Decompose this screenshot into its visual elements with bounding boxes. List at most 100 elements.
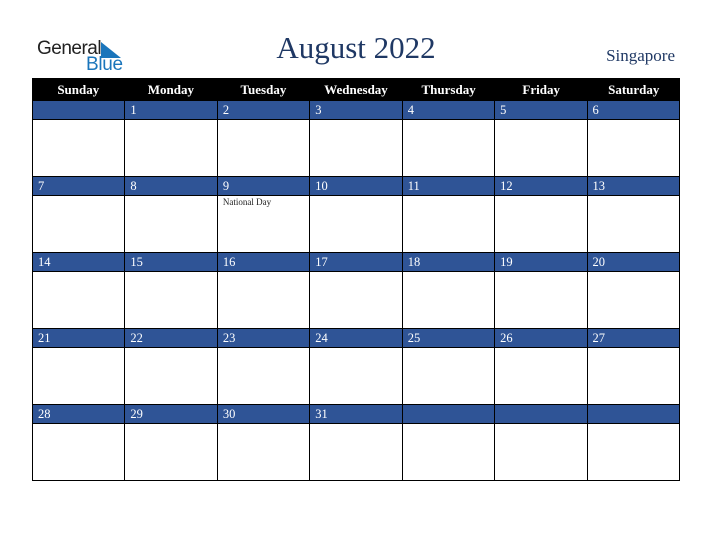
- day-cell[interactable]: 23: [217, 329, 311, 405]
- day-cell[interactable]: 8: [125, 177, 218, 253]
- day-number: 8: [125, 177, 217, 196]
- holiday-event: [403, 348, 494, 349]
- day-cell[interactable]: 10: [310, 177, 403, 253]
- week-row: 123456: [32, 101, 680, 177]
- holiday-event: [310, 272, 401, 273]
- holiday-event: [33, 120, 124, 121]
- day-cell[interactable]: 5: [495, 101, 588, 177]
- day-cell[interactable]: 28: [33, 405, 126, 481]
- weekday-header: Saturday: [608, 82, 660, 97]
- week-row: 14 15 16 17 18 19 20: [32, 253, 680, 329]
- holiday-event: [218, 348, 309, 349]
- day-number: 17: [310, 253, 402, 272]
- day-number: 5: [495, 101, 587, 120]
- day-cell[interactable]: 31: [310, 405, 403, 481]
- day-cell[interactable]: 22: [125, 329, 218, 405]
- day-cell[interactable]: 25: [402, 329, 496, 405]
- day-cell[interactable]: 16: [217, 253, 311, 329]
- week-row: 28 29 30 31: [32, 405, 680, 481]
- country-label: Singapore: [606, 46, 675, 65]
- day-number: 20: [587, 253, 679, 272]
- day-cell[interactable]: 24: [310, 329, 403, 405]
- holiday-event: [495, 272, 586, 273]
- day-cell[interactable]: 15: [125, 253, 218, 329]
- calendar-grid: Sunday Monday Tuesday Wednesday Thursday…: [32, 78, 680, 481]
- day-cell[interactable]: 17: [310, 253, 403, 329]
- day-number: 9: [217, 177, 310, 196]
- holiday-event: [588, 272, 679, 273]
- day-cell[interactable]: 2: [217, 101, 311, 177]
- holiday-event: [125, 272, 216, 273]
- day-cell[interactable]: [33, 101, 126, 177]
- holiday-event: [218, 272, 309, 273]
- day-number: 19: [495, 253, 587, 272]
- weekday-header: Sunday: [57, 82, 100, 97]
- day-cell[interactable]: 6: [587, 101, 680, 177]
- day-cell[interactable]: 21: [33, 329, 126, 405]
- holiday-event: [125, 348, 216, 349]
- day-number: 13: [587, 177, 679, 196]
- weekday-header: Tuesday: [240, 82, 287, 97]
- holiday-event: [495, 348, 586, 349]
- day-number: 25: [402, 329, 495, 348]
- holiday-event: [125, 424, 216, 425]
- day-number: [587, 405, 679, 424]
- holiday-event: [310, 120, 401, 121]
- holiday-event: [33, 424, 124, 425]
- day-number: 21: [33, 329, 125, 348]
- day-cell[interactable]: 26: [495, 329, 588, 405]
- day-number: [33, 101, 125, 120]
- day-number: [495, 405, 587, 424]
- day-cell[interactable]: 14: [33, 253, 126, 329]
- day-number: 23: [217, 329, 310, 348]
- day-number: 7: [33, 177, 125, 196]
- day-cell[interactable]: 11: [402, 177, 496, 253]
- day-number: 27: [587, 329, 679, 348]
- day-number: 15: [125, 253, 217, 272]
- holiday-event: [125, 120, 216, 121]
- day-cell[interactable]: 1: [125, 101, 218, 177]
- holiday-event: [403, 196, 494, 197]
- day-number: 18: [402, 253, 495, 272]
- day-cell[interactable]: [402, 405, 496, 481]
- day-cell[interactable]: 12: [495, 177, 588, 253]
- day-cell[interactable]: 30: [217, 405, 311, 481]
- weekday-header: Thursday: [421, 82, 476, 97]
- day-number: [402, 405, 495, 424]
- day-number: 31: [310, 405, 402, 424]
- day-cell[interactable]: 20: [587, 253, 680, 329]
- holiday-event: [310, 196, 401, 197]
- day-cell[interactable]: 4: [402, 101, 496, 177]
- week-row: 21 22 23 24 25 26 27: [32, 329, 680, 405]
- day-cell[interactable]: 13: [587, 177, 680, 253]
- week-row: 7 8 9 National Day 10 11 12 13: [32, 177, 680, 253]
- weekday-header: Friday: [522, 82, 560, 97]
- day-number: 29: [125, 405, 217, 424]
- day-cell[interactable]: 18: [402, 253, 496, 329]
- holiday-event: [588, 424, 679, 425]
- day-cell[interactable]: 7: [33, 177, 126, 253]
- day-cell[interactable]: [495, 405, 588, 481]
- day-number: 11: [402, 177, 495, 196]
- day-cell[interactable]: 9 National Day: [217, 177, 311, 253]
- day-cell[interactable]: 3: [310, 101, 403, 177]
- day-number: 3: [310, 101, 402, 120]
- day-number: 12: [495, 177, 587, 196]
- day-number: 10: [310, 177, 402, 196]
- day-number: 14: [33, 253, 125, 272]
- day-cell[interactable]: 29: [125, 405, 218, 481]
- day-cell[interactable]: 19: [495, 253, 588, 329]
- holiday-event: [588, 196, 679, 197]
- day-cell[interactable]: [587, 405, 680, 481]
- holiday-event: National Day: [222, 197, 272, 207]
- weeks-container: 1 2 3 4 5 6 7 8 9 National Day 10 11 12 13 14 15 16 17 18 1…: [32, 101, 680, 481]
- holiday-event: [33, 196, 124, 197]
- day-number: 28: [33, 405, 125, 424]
- holiday-event: [33, 348, 124, 349]
- holiday-event: [403, 272, 494, 273]
- day-number: 1: [125, 101, 217, 120]
- holiday-event: [495, 424, 586, 425]
- day-number: 30: [217, 405, 310, 424]
- day-number: 6: [587, 101, 679, 120]
- day-cell[interactable]: 27: [587, 329, 680, 405]
